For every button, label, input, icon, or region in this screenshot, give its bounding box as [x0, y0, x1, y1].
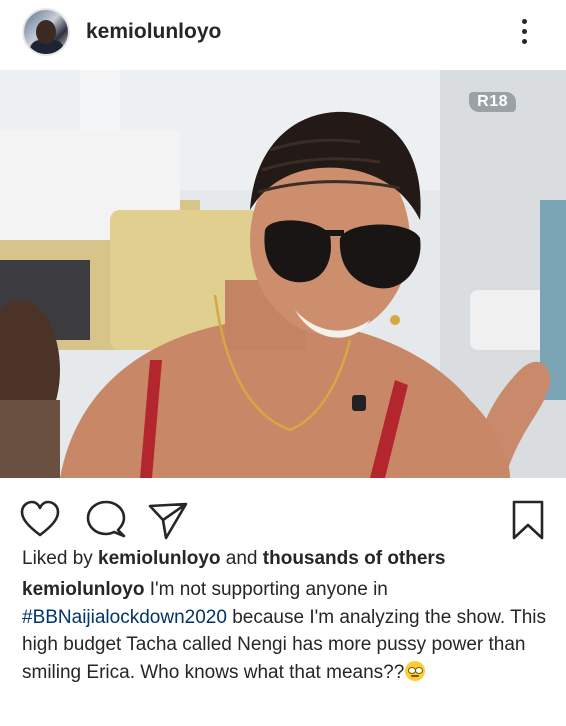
likes-mid: and [220, 548, 263, 569]
post-image[interactable]: R18 [0, 70, 566, 478]
face-with-rolling-eyes-emoji [405, 660, 426, 681]
comment-icon[interactable] [84, 498, 128, 542]
rating-badge: R18 [469, 92, 516, 112]
caption-text-1: I'm not supporting anyone in [144, 579, 388, 600]
likes-others-link[interactable]: thousands of others [263, 548, 446, 569]
post-username[interactable]: kemiolunloyo [86, 20, 221, 44]
action-bar [0, 478, 566, 556]
more-options-icon[interactable] [516, 14, 532, 54]
heart-icon[interactable] [18, 498, 62, 542]
avatar[interactable] [22, 8, 70, 56]
caption-hashtag[interactable]: #BBNaijialockdown2020 [22, 607, 227, 628]
likes-prefix: Liked by [22, 548, 99, 569]
likes-line: Liked by kemiolunloyo and thousands of o… [22, 548, 445, 570]
caption-username[interactable]: kemiolunloyo [22, 579, 144, 600]
post-photo-illustration [0, 70, 566, 478]
likes-user-link[interactable]: kemiolunloyo [98, 548, 220, 569]
share-icon[interactable] [146, 498, 190, 542]
bookmark-icon[interactable] [506, 498, 550, 542]
post-caption: kemiolunloyo I'm not supporting anyone i… [22, 576, 552, 686]
post-header: kemiolunloyo [0, 0, 566, 70]
